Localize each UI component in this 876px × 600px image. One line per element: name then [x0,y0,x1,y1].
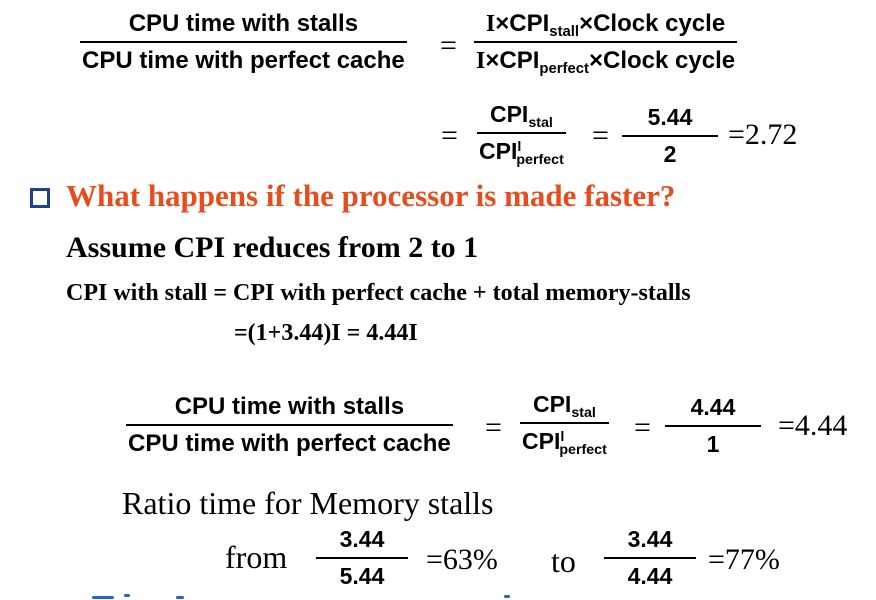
eq1-rhs-numerator: I×CPIstall×Clock cycle [485,10,726,41]
eq2-value-fraction: 5.44 2 [622,106,718,166]
eq2-cpi-denominator: CPIlperfect [479,138,564,168]
decorative-stroke [124,594,130,597]
eq3-equals-2: = [634,411,651,444]
eq3-lhs-fraction: CPU time with stalls CPU time with perfe… [126,395,453,456]
ratio-from-result: =63% [426,543,498,576]
ratio-to-result: =77% [708,543,780,576]
eq2-value-numerator: 5.44 [647,104,693,130]
eq3-value-fraction: 4.44 1 [665,396,761,456]
bullet-question: What happens if the processor is made fa… [66,178,676,213]
eq2-equals-2: = [592,119,609,152]
eq3-value-numerator: 4.44 [690,394,736,420]
square-bullet-icon [30,188,50,208]
eq1-lhs-fraction: CPU time with stalls CPU time with perfe… [80,12,407,73]
eq3-cpi-numerator: CPIstal [532,391,596,421]
eq1-lhs-numerator: CPU time with stalls [128,10,359,37]
ratio-from-fraction: 3.44 5.44 [316,528,408,588]
eq3-lhs-numerator: CPU time with stalls [174,393,405,420]
ratio-to-fraction: 3.44 4.44 [604,528,696,588]
decorative-stroke [92,596,114,599]
eq1-lhs-denominator: CPU time with perfect cache [82,47,405,74]
ratio-to-label: to [551,543,576,579]
eq3-result: =4.44 [778,409,848,442]
decorative-stroke [504,595,510,598]
eq2-result: =2.72 [728,118,798,151]
ratio-from-denominator: 5.44 [339,563,385,589]
eq2-cpi-fraction: CPIstal CPIlperfect [477,101,566,168]
eq3-lhs-denominator: CPU time with perfect cache [128,430,451,457]
eq3-equals-1: = [485,411,502,444]
eq2-cpi-numerator: CPIstal [489,101,553,131]
eq2-equals-1: = [441,119,458,152]
eq3-cpi-fraction: CPIstal CPIlperfect [520,391,609,458]
decorative-stroke [176,596,184,599]
eq2-value-denominator: 2 [663,141,677,167]
ratio-heading: Ratio time for Memory stalls [122,485,494,521]
eq3-value-denominator: 1 [706,431,720,457]
ratio-from-numerator: 3.44 [339,526,385,552]
cpi-definition: CPI with stall = CPI with perfect cache … [66,280,691,306]
assume-text: Assume CPI reduces from 2 to 1 [66,231,479,264]
eq1-equals: = [440,29,457,62]
eq1-rhs-denominator: I×CPIperfect×Clock cycle [476,47,736,78]
ratio-to-denominator: 4.44 [627,563,673,589]
ratio-from-label: from [225,539,288,575]
cpi-calculation: =(1+3.44)I = 4.44I [234,320,418,346]
eq1-rhs-fraction: I×CPIstall×Clock cycle I×CPIperfect×Cloc… [474,10,738,78]
ratio-to-numerator: 3.44 [627,526,673,552]
eq3-cpi-denominator: CPIlperfect [522,428,607,458]
